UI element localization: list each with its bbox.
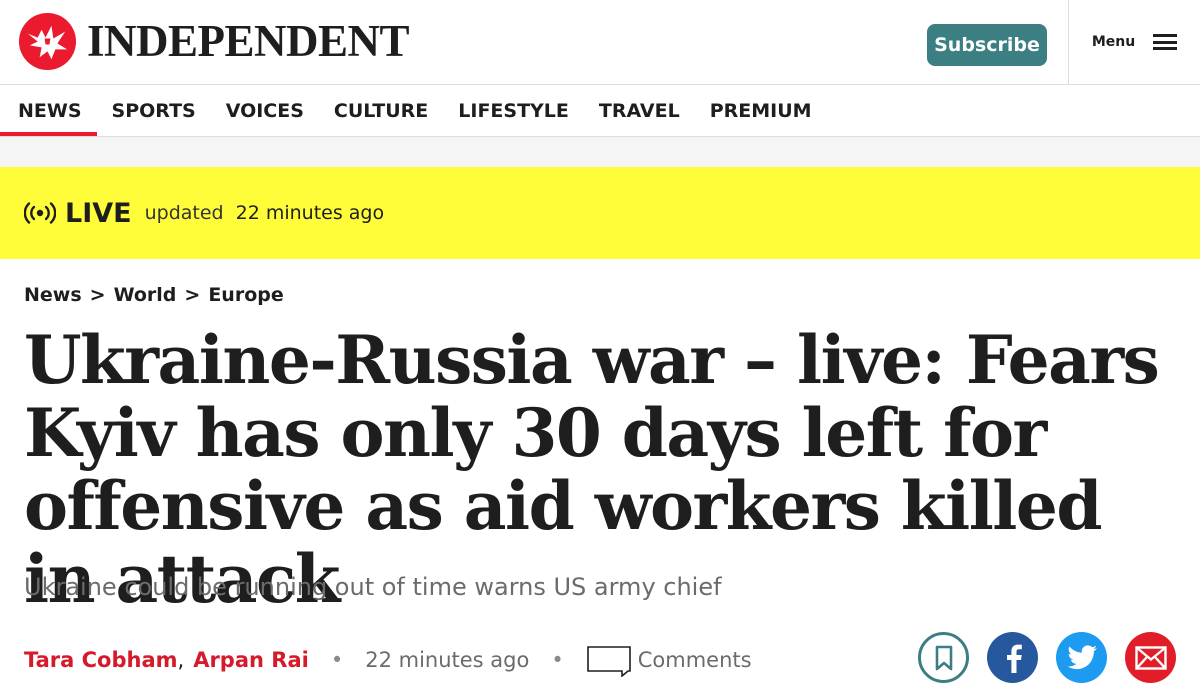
nav-item-travel[interactable]: TRAVEL — [584, 85, 695, 136]
author-link[interactable]: Arpan Rai — [193, 648, 309, 672]
meta-dot: • — [551, 648, 564, 672]
article-time: 22 minutes ago — [365, 648, 530, 672]
comments-link[interactable]: Comments — [586, 643, 752, 677]
breadcrumb-world[interactable]: World — [114, 284, 177, 306]
article-meta: Tara Cobham , Arpan Rai • 22 minutes ago… — [24, 643, 752, 677]
comments-label: Comments — [637, 648, 752, 672]
nav-item-lifestyle[interactable]: LIFESTYLE — [443, 85, 584, 136]
nav-item-culture[interactable]: CULTURE — [319, 85, 443, 136]
author-link[interactable]: Tara Cobham — [24, 648, 178, 672]
bookmark-button[interactable] — [918, 632, 969, 683]
menu-label: Menu — [1091, 34, 1136, 50]
twitter-icon — [1067, 644, 1097, 669]
section-nav: NEWS SPORTS VOICES CULTURE LIFESTYLE TRA… — [0, 85, 1200, 137]
site-header: INDEPENDENT Subscribe Menu — [0, 0, 1200, 85]
article-standfirst: Ukraine could be running out of time war… — [24, 573, 722, 601]
email-share-button[interactable] — [1125, 632, 1176, 683]
menu-button[interactable]: Menu — [1068, 0, 1200, 84]
nav-item-premium[interactable]: PREMIUM — [695, 85, 827, 136]
live-updated-text: updated — [144, 202, 224, 224]
ad-spacer — [0, 137, 1200, 167]
author-separator: , — [177, 648, 185, 672]
facebook-share-button[interactable] — [987, 632, 1038, 683]
breadcrumb-europe[interactable]: Europe — [208, 284, 283, 306]
bookmark-icon — [935, 645, 952, 670]
nav-item-voices[interactable]: VOICES — [211, 85, 319, 136]
broadcast-icon — [24, 202, 56, 224]
nav-item-news[interactable]: NEWS — [0, 85, 97, 136]
nav-item-sports[interactable]: SPORTS — [97, 85, 211, 136]
twitter-share-button[interactable] — [1056, 632, 1107, 683]
eagle-logo-icon — [18, 12, 77, 71]
meta-dot: • — [330, 648, 344, 672]
hamburger-icon — [1153, 34, 1178, 50]
breadcrumb-news[interactable]: News — [24, 284, 82, 306]
breadcrumb-separator: > — [89, 284, 106, 306]
live-banner: LIVE updated 22 minutes ago — [0, 167, 1200, 259]
breadcrumb-separator: > — [184, 284, 201, 306]
site-logo[interactable]: INDEPENDENT — [18, 12, 410, 71]
live-updated-time: 22 minutes ago — [235, 202, 385, 224]
subscribe-button[interactable]: Subscribe — [927, 24, 1047, 66]
logo-wordmark: INDEPENDENT — [87, 16, 410, 66]
comment-bubble-icon — [586, 646, 631, 677]
facebook-icon — [1006, 644, 1022, 673]
live-label: LIVE — [65, 197, 132, 229]
email-icon — [1134, 645, 1167, 670]
breadcrumb: News > World > Europe — [24, 284, 284, 306]
